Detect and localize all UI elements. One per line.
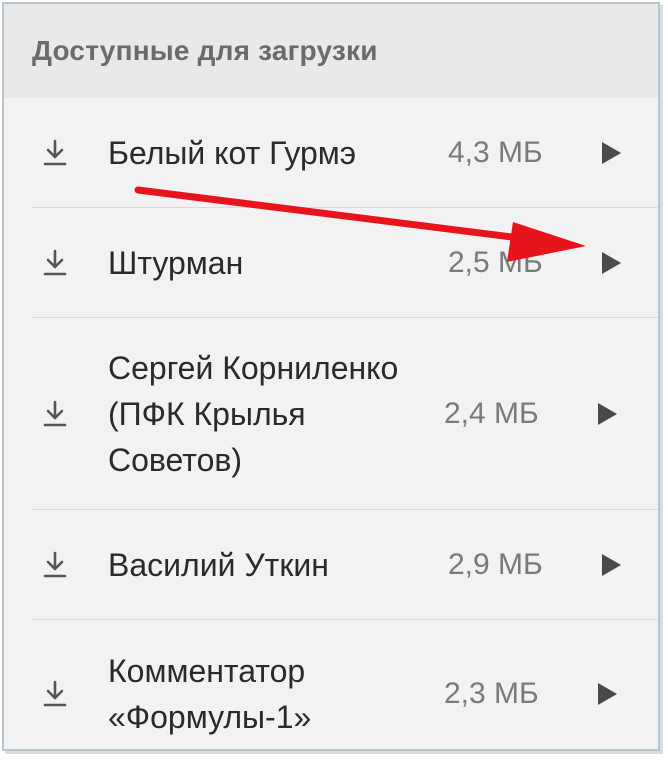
- voice-name: Комментатор «Формулы-1»: [108, 653, 312, 735]
- play-icon[interactable]: [598, 552, 624, 578]
- play-icon[interactable]: [598, 140, 624, 166]
- download-icon[interactable]: [42, 399, 68, 429]
- section-title: Доступные для загрузки: [32, 35, 378, 66]
- download-icon[interactable]: [42, 679, 68, 709]
- voice-size: 2,5 МБ: [448, 245, 543, 279]
- voice-name: Белый кот Гурмэ: [108, 134, 357, 171]
- voice-item-4[interactable]: Василий Уткин 2,9 МБ: [32, 510, 658, 620]
- voice-size: 2,3 МБ: [444, 677, 539, 710]
- voice-item-3[interactable]: Сергей Корниленко (ПФК Крылья Советов) 2…: [32, 318, 658, 510]
- voice-download-panel: Доступные для загрузки Белый кот Гурмэ 4…: [2, 2, 660, 751]
- voice-item-5[interactable]: Комментатор «Формулы-1» 2,3 МБ: [32, 620, 658, 749]
- play-icon[interactable]: [594, 681, 620, 707]
- download-icon[interactable]: [42, 248, 68, 278]
- voice-name: Сергей Корниленко (ПФК Крылья Советов): [108, 349, 399, 478]
- voice-size: 2,9 МБ: [448, 547, 543, 581]
- voice-list: Белый кот Гурмэ 4,3 МБ Штурман 2,5 МБ Се…: [4, 98, 658, 749]
- voice-name: Василий Уткин: [108, 546, 329, 583]
- voice-size: 4,3 МБ: [448, 135, 543, 169]
- section-header: Доступные для загрузки: [4, 4, 658, 98]
- voice-item-2[interactable]: Штурман 2,5 МБ: [32, 208, 658, 318]
- voice-size: 2,4 МБ: [444, 396, 539, 430]
- voice-name: Штурман: [108, 244, 244, 281]
- download-icon[interactable]: [42, 138, 68, 168]
- play-icon[interactable]: [598, 250, 624, 276]
- download-icon[interactable]: [42, 550, 68, 580]
- play-icon[interactable]: [594, 401, 620, 427]
- voice-item-1[interactable]: Белый кот Гурмэ 4,3 МБ: [32, 98, 658, 208]
